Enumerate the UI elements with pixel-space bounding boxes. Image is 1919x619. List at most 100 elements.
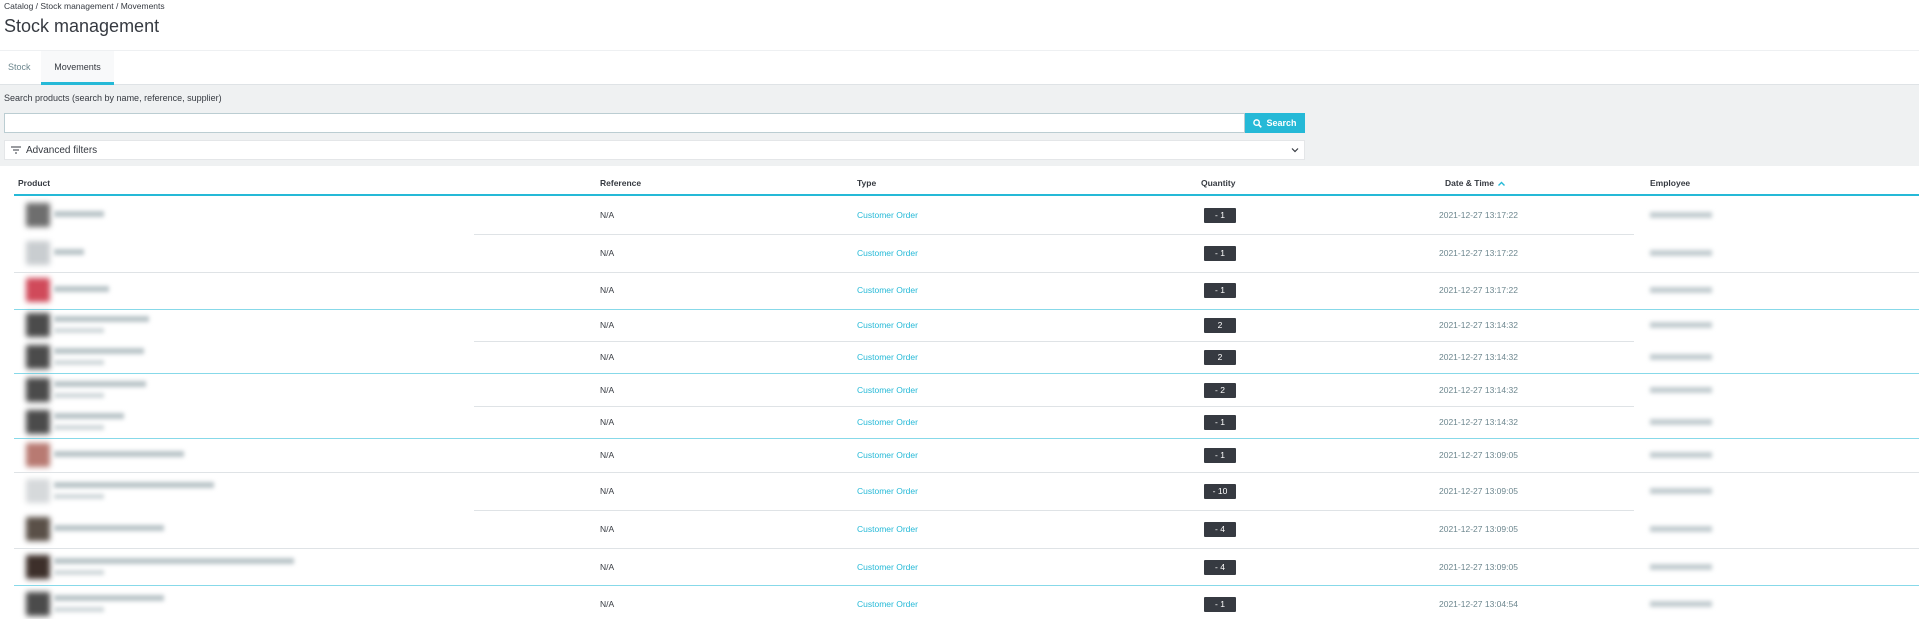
- product-name-redacted[interactable]: [54, 316, 149, 322]
- quantity-badge: - 1: [1204, 415, 1236, 430]
- product-name-redacted[interactable]: [54, 413, 124, 419]
- tab-stock[interactable]: Stock: [0, 51, 39, 85]
- search-label: Search products (search by name, referen…: [4, 93, 222, 103]
- product-name-redacted[interactable]: [54, 558, 294, 564]
- page-header: Catalog / Stock management / Movements S…: [0, 0, 1919, 50]
- filter-icon: [11, 146, 21, 154]
- movement-type-link[interactable]: Customer Order: [857, 248, 918, 258]
- quantity-badge: - 4: [1204, 522, 1236, 537]
- employee-redacted: [1650, 488, 1712, 494]
- employee-redacted: [1650, 354, 1712, 360]
- row-divider: [14, 548, 1919, 549]
- employee-redacted: [1650, 212, 1712, 218]
- breadcrumb[interactable]: Catalog / Stock management / Movements: [4, 1, 165, 11]
- product-thumbnail: [26, 479, 50, 503]
- product-thumbnail: [26, 592, 50, 616]
- product-thumbnail: [26, 378, 50, 402]
- row-divider: [14, 272, 1919, 273]
- product-name-redacted[interactable]: [54, 595, 164, 601]
- employee-redacted: [1650, 250, 1712, 256]
- product-name-redacted[interactable]: [54, 451, 184, 457]
- search-panel: Search products (search by name, referen…: [0, 85, 1919, 166]
- column-header-employee[interactable]: Employee: [1650, 178, 1690, 188]
- product-attribute-redacted: [54, 494, 104, 499]
- movement-type-link[interactable]: Customer Order: [857, 562, 918, 572]
- date-time-cell: 2021-12-27 13:04:54: [1439, 599, 1518, 609]
- row-divider: [14, 438, 1919, 439]
- row-divider: [14, 373, 1919, 374]
- reference-cell: N/A: [600, 385, 615, 395]
- employee-redacted: [1650, 564, 1712, 570]
- movement-type-link[interactable]: Customer Order: [857, 524, 918, 534]
- reference-cell: N/A: [600, 248, 615, 258]
- product-name-redacted[interactable]: [54, 381, 146, 387]
- search-button[interactable]: Search: [1245, 113, 1305, 133]
- product-thumbnail: [26, 203, 50, 227]
- reference-cell: N/A: [600, 562, 615, 572]
- product-name-redacted[interactable]: [54, 211, 104, 217]
- product-name-redacted[interactable]: [54, 249, 84, 255]
- row-divider: [474, 406, 1634, 407]
- row-divider: [474, 234, 1634, 235]
- movement-type-link[interactable]: Customer Order: [857, 320, 918, 330]
- reference-cell: N/A: [600, 285, 615, 295]
- product-attribute-redacted: [54, 360, 104, 365]
- product-name-redacted[interactable]: [54, 348, 144, 354]
- search-icon: [1253, 118, 1263, 128]
- date-time-cell: 2021-12-27 13:09:05: [1439, 486, 1518, 496]
- column-header-quantity[interactable]: Quantity: [1201, 178, 1235, 188]
- row-divider: [14, 585, 1919, 586]
- column-header-product[interactable]: Product: [18, 178, 50, 188]
- reference-cell: N/A: [600, 599, 615, 609]
- employee-redacted: [1650, 387, 1712, 393]
- advanced-filters-toggle[interactable]: Advanced filters: [4, 140, 1305, 160]
- reference-cell: N/A: [600, 524, 615, 534]
- quantity-badge: 2: [1204, 318, 1236, 333]
- product-thumbnail: [26, 443, 50, 467]
- row-divider: [14, 472, 1919, 473]
- reference-cell: N/A: [600, 352, 615, 362]
- movement-type-link[interactable]: Customer Order: [857, 599, 918, 609]
- movement-type-link[interactable]: Customer Order: [857, 417, 918, 427]
- reference-cell: N/A: [600, 210, 615, 220]
- date-time-cell: 2021-12-27 13:17:22: [1439, 210, 1518, 220]
- sort-ascending-icon: [1497, 181, 1505, 186]
- search-input[interactable]: [4, 113, 1245, 133]
- product-thumbnail: [26, 555, 50, 579]
- product-name-redacted[interactable]: [54, 286, 109, 292]
- product-thumbnail: [26, 517, 50, 541]
- quantity-badge: - 10: [1204, 484, 1236, 499]
- employee-redacted: [1650, 452, 1712, 458]
- product-attribute-redacted: [54, 607, 104, 612]
- movement-type-link[interactable]: Customer Order: [857, 210, 918, 220]
- movement-type-link[interactable]: Customer Order: [857, 486, 918, 496]
- column-header-reference[interactable]: Reference: [600, 178, 641, 188]
- tab-movements[interactable]: Movements: [41, 51, 114, 85]
- column-header-date-time[interactable]: Date & Time: [1445, 178, 1506, 188]
- product-thumbnail: [26, 241, 50, 265]
- quantity-badge: - 1: [1204, 283, 1236, 298]
- date-time-cell: 2021-12-27 13:17:22: [1439, 285, 1518, 295]
- product-name-redacted[interactable]: [54, 525, 164, 531]
- movement-type-link[interactable]: Customer Order: [857, 385, 918, 395]
- page-title: Stock management: [4, 16, 160, 36]
- employee-redacted: [1650, 526, 1712, 532]
- movement-type-link[interactable]: Customer Order: [857, 352, 918, 362]
- date-time-cell: 2021-12-27 13:17:22: [1439, 248, 1518, 258]
- movement-type-link[interactable]: Customer Order: [857, 285, 918, 295]
- quantity-badge: - 2: [1204, 383, 1236, 398]
- product-thumbnail: [26, 345, 50, 369]
- product-thumbnail: [26, 313, 50, 337]
- reference-cell: N/A: [600, 486, 615, 496]
- product-attribute-redacted: [54, 570, 104, 575]
- column-header-type[interactable]: Type: [857, 178, 876, 188]
- date-time-cell: 2021-12-27 13:14:32: [1439, 352, 1518, 362]
- date-time-cell: 2021-12-27 13:14:32: [1439, 385, 1518, 395]
- tab-bar: Stock Movements: [0, 50, 1919, 85]
- employee-redacted: [1650, 601, 1712, 607]
- product-name-redacted[interactable]: [54, 482, 214, 488]
- employee-redacted: [1650, 287, 1712, 293]
- row-divider: [474, 341, 1634, 342]
- movement-type-link[interactable]: Customer Order: [857, 450, 918, 460]
- reference-cell: N/A: [600, 417, 615, 427]
